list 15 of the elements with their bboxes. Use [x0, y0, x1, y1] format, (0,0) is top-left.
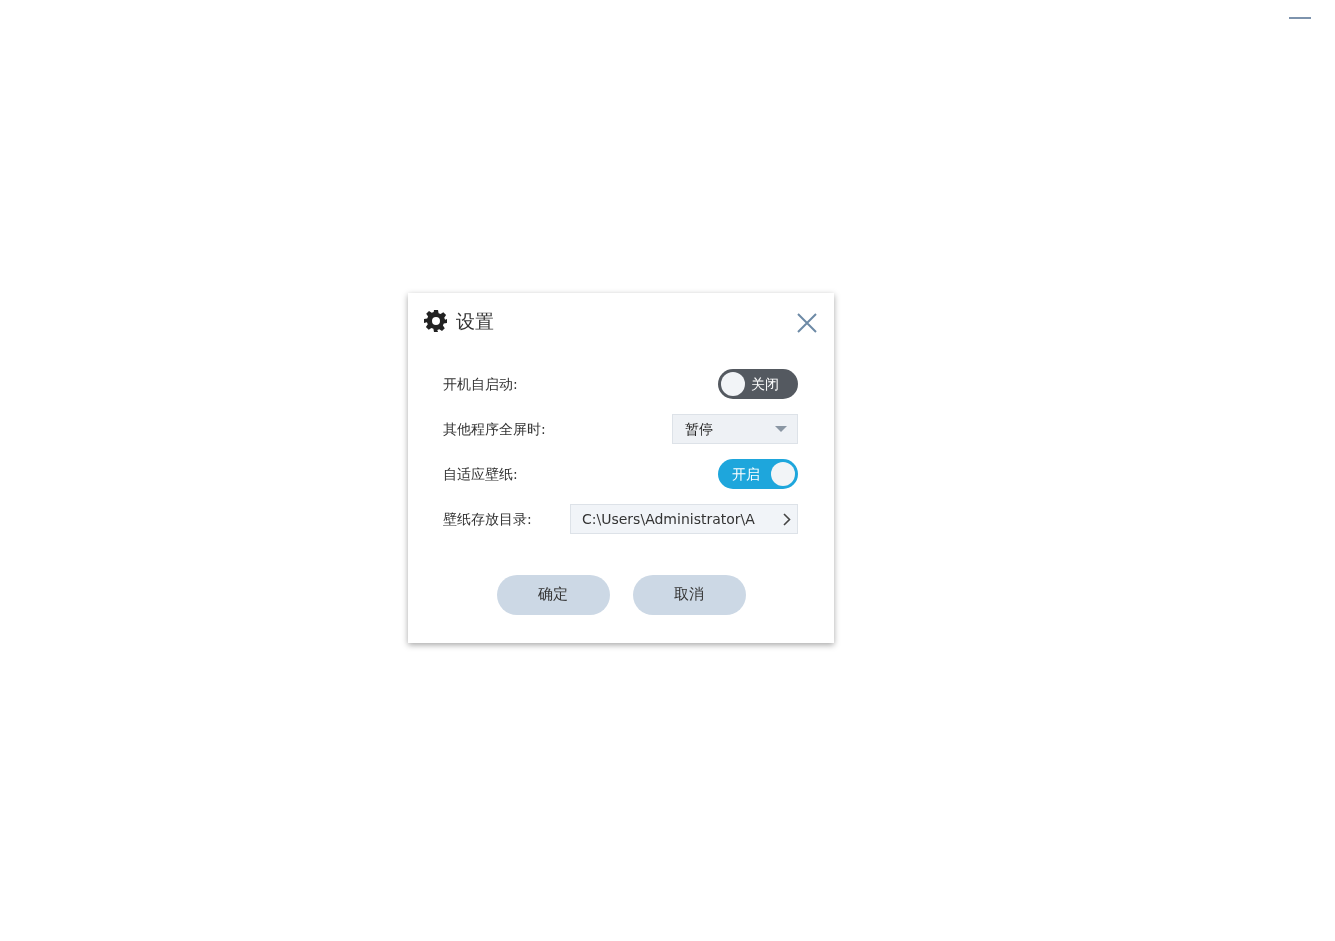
setting-label: 壁纸存放目录:	[443, 509, 532, 529]
setting-label: 开机自启动:	[443, 374, 518, 394]
gear-icon	[424, 309, 448, 334]
path-field[interactable]: C:\Users\Administrator\A	[570, 504, 798, 534]
dialog-title: 设置	[456, 309, 494, 334]
cancel-button[interactable]: 取消	[632, 574, 746, 615]
toggle-switch[interactable]: 关闭	[718, 369, 798, 399]
setting-label: 自适应壁纸:	[443, 464, 518, 484]
caret-icon	[775, 426, 787, 432]
setting-label: 其他程序全屏时:	[443, 419, 546, 439]
dropdown[interactable]: 暂停	[672, 414, 798, 444]
close-button[interactable]	[796, 310, 818, 333]
confirm-button[interactable]: 确定	[496, 574, 610, 615]
minimize-icon	[1289, 17, 1311, 19]
chevron-right-icon[interactable]	[783, 512, 791, 526]
